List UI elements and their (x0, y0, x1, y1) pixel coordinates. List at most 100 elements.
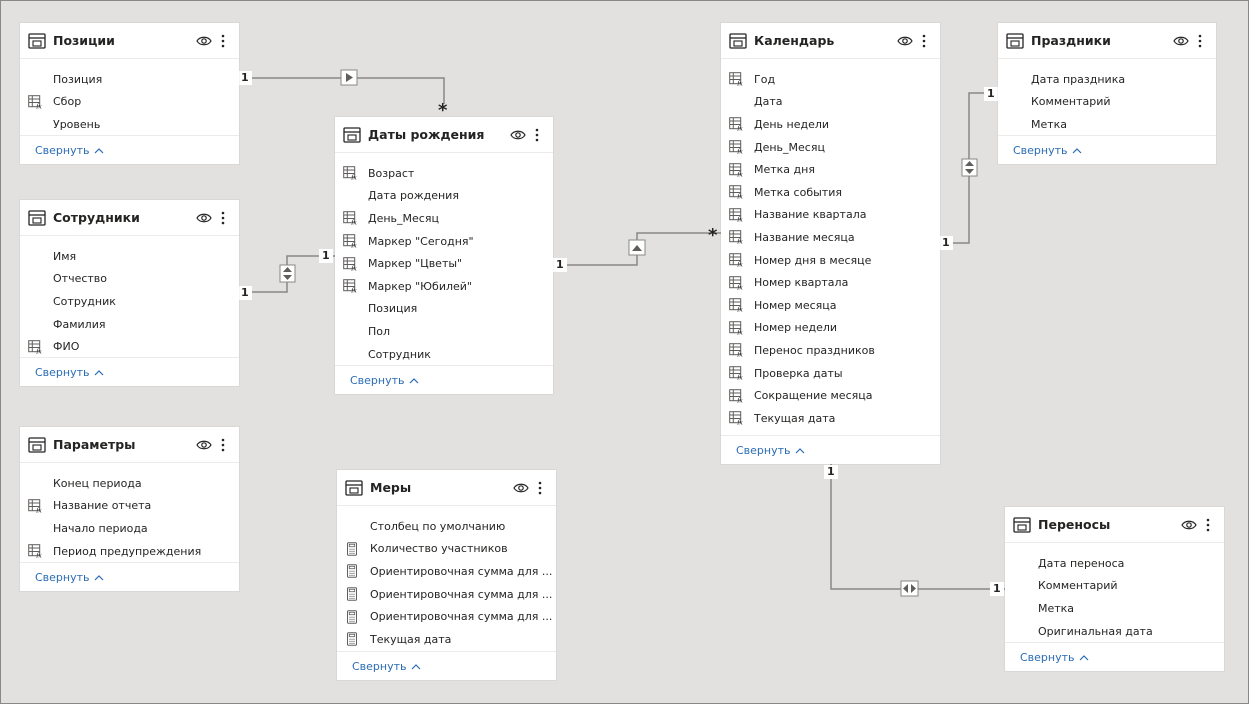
field-row[interactable]: fx Перенос праздников (721, 339, 940, 362)
field-row[interactable]: fx Сбор (20, 91, 239, 114)
collapse-button[interactable]: Свернуть (998, 135, 1216, 164)
table-card-header[interactable]: Меры (337, 470, 556, 506)
field-row[interactable]: Дата рождения (335, 185, 553, 208)
more-options-icon[interactable] (532, 480, 548, 496)
field-name: Название отчета (53, 499, 152, 513)
field-row[interactable]: Дата переноса (1005, 552, 1224, 575)
field-row[interactable]: Ориентировочная сумма для ... (337, 605, 556, 628)
table-card-employees[interactable]: Сотрудники Имя Отчество Сотрудник Фамилия fx Ф… (20, 200, 239, 386)
collapse-button[interactable]: Свернуть (337, 651, 556, 680)
relationship-line-calendar-transfers[interactable] (830, 464, 1005, 590)
field-row[interactable]: Оригинальная дата (1005, 620, 1224, 643)
field-row[interactable]: Позиция (335, 298, 553, 321)
field-name: Номер недели (754, 321, 838, 335)
eye-icon[interactable] (196, 210, 212, 226)
field-row[interactable]: Сотрудник (20, 290, 239, 313)
field-row[interactable]: Ориентировочная сумма для ... (337, 560, 556, 583)
field-row[interactable]: fx Сокращение месяца (721, 384, 940, 407)
more-options-icon[interactable] (1192, 33, 1208, 49)
field-name: Номер месяца (754, 298, 837, 312)
field-row[interactable]: Уровень (20, 113, 239, 136)
field-row[interactable]: Дата (721, 91, 940, 114)
field-row[interactable]: Отчество (20, 268, 239, 291)
field-row[interactable]: Метка (1005, 597, 1224, 620)
field-row[interactable]: fx Маркер "Цветы" (335, 252, 553, 275)
eye-icon[interactable] (897, 33, 913, 49)
field-row[interactable]: fx День_Месяц (335, 207, 553, 230)
table-card-birthdays[interactable]: Даты рождения fx Возраст Дата рождения fx Ден… (335, 117, 553, 394)
field-row[interactable]: Дата праздника (998, 68, 1216, 91)
eye-icon[interactable] (196, 33, 212, 49)
more-options-icon[interactable] (916, 33, 932, 49)
eye-icon[interactable] (196, 437, 212, 453)
field-row[interactable]: Комментарий (998, 91, 1216, 114)
field-row[interactable]: Метка (998, 113, 1216, 136)
field-row[interactable]: Текущая дата (337, 628, 556, 651)
field-row[interactable]: fx Маркер "Сегодня" (335, 230, 553, 253)
table-card-header[interactable]: Переносы (1005, 507, 1224, 543)
eye-icon[interactable] (1173, 33, 1189, 49)
field-row[interactable]: fx Период предупреждения (20, 540, 239, 563)
field-row[interactable]: fx Номер дня в месяце (721, 249, 940, 272)
table-card-transfers[interactable]: Переносы Дата переноса Комментарий Метка Ори… (1005, 507, 1224, 671)
calculated-column-icon: fx (28, 339, 43, 354)
field-row[interactable]: Позиция (20, 68, 239, 91)
more-options-icon[interactable] (529, 127, 545, 143)
collapse-button[interactable]: Свернуть (1005, 642, 1224, 671)
field-row[interactable]: fx Номер квартала (721, 271, 940, 294)
field-row[interactable]: fx Возраст (335, 162, 553, 185)
field-row[interactable]: Ориентировочная сумма для ... (337, 583, 556, 606)
calculated-column-icon: fx (28, 95, 43, 109)
eye-icon[interactable] (510, 127, 526, 143)
collapse-button[interactable]: Свернуть (20, 562, 239, 591)
table-card-positions[interactable]: Позиции Позиция fx Сбор Уровень Свернуть (20, 23, 239, 164)
field-row[interactable]: fx Номер месяца (721, 294, 940, 317)
field-row[interactable]: fx День_Месяц (721, 136, 940, 159)
field-row[interactable]: fx Маркер "Юбилей" (335, 275, 553, 298)
field-row[interactable]: Пол (335, 320, 553, 343)
collapse-button[interactable]: Свернуть (721, 435, 940, 464)
field-row[interactable]: fx День недели (721, 113, 940, 136)
field-row[interactable]: Количество участников (337, 538, 556, 561)
table-icon (28, 436, 46, 453)
field-row[interactable]: fx Название квартала (721, 204, 940, 227)
field-row[interactable]: fx ФИО (20, 335, 239, 358)
field-row[interactable]: fx Метка дня (721, 158, 940, 181)
field-row[interactable]: Начало периода (20, 517, 239, 540)
table-card-parameters[interactable]: Параметры Конец периода fx Название отчета Н… (20, 427, 239, 591)
table-card-header[interactable]: Даты рождения (335, 117, 553, 153)
field-row[interactable]: Столбец по умолчанию (337, 515, 556, 538)
table-card-calendar[interactable]: Календарь fx Год Дата fx День недели fx День_Ме… (721, 23, 940, 464)
eye-icon[interactable] (1181, 517, 1197, 533)
more-options-icon[interactable] (215, 210, 231, 226)
field-row[interactable]: fx Номер недели (721, 317, 940, 340)
table-card-measures[interactable]: Меры Столбец по умолчанию Количество участ… (337, 470, 556, 680)
calculated-column-icon: fx (729, 275, 744, 290)
svg-text:fx: fx (35, 348, 42, 353)
more-options-icon[interactable] (215, 437, 231, 453)
field-row[interactable]: Имя (20, 245, 239, 268)
collapse-button[interactable]: Свернуть (20, 357, 239, 386)
table-card-holidays[interactable]: Праздники Дата праздника Комментарий Метка С… (998, 23, 1216, 164)
collapse-button[interactable]: Свернуть (20, 135, 239, 164)
field-row[interactable]: fx Год (721, 68, 940, 91)
table-card-header[interactable]: Праздники (998, 23, 1216, 59)
table-card-header[interactable]: Сотрудники (20, 200, 239, 236)
table-card-header[interactable]: Позиции (20, 23, 239, 59)
field-row[interactable]: fx Метка события (721, 181, 940, 204)
collapse-button[interactable]: Свернуть (335, 365, 553, 394)
field-row[interactable]: fx Название месяца (721, 226, 940, 249)
field-row[interactable]: fx Проверка даты (721, 362, 940, 385)
table-icon (28, 209, 46, 226)
more-options-icon[interactable] (1200, 517, 1216, 533)
field-row[interactable]: Сотрудник (335, 343, 553, 366)
more-options-icon[interactable] (215, 33, 231, 49)
field-row[interactable]: fx Текущая дата (721, 407, 940, 430)
field-row[interactable]: fx Название отчета (20, 495, 239, 518)
table-card-header[interactable]: Параметры (20, 427, 239, 463)
field-row[interactable]: Фамилия (20, 313, 239, 336)
field-row[interactable]: Конец периода (20, 472, 239, 495)
field-row[interactable]: Комментарий (1005, 575, 1224, 598)
table-card-header[interactable]: Календарь (721, 23, 940, 59)
eye-icon[interactable] (513, 480, 529, 496)
